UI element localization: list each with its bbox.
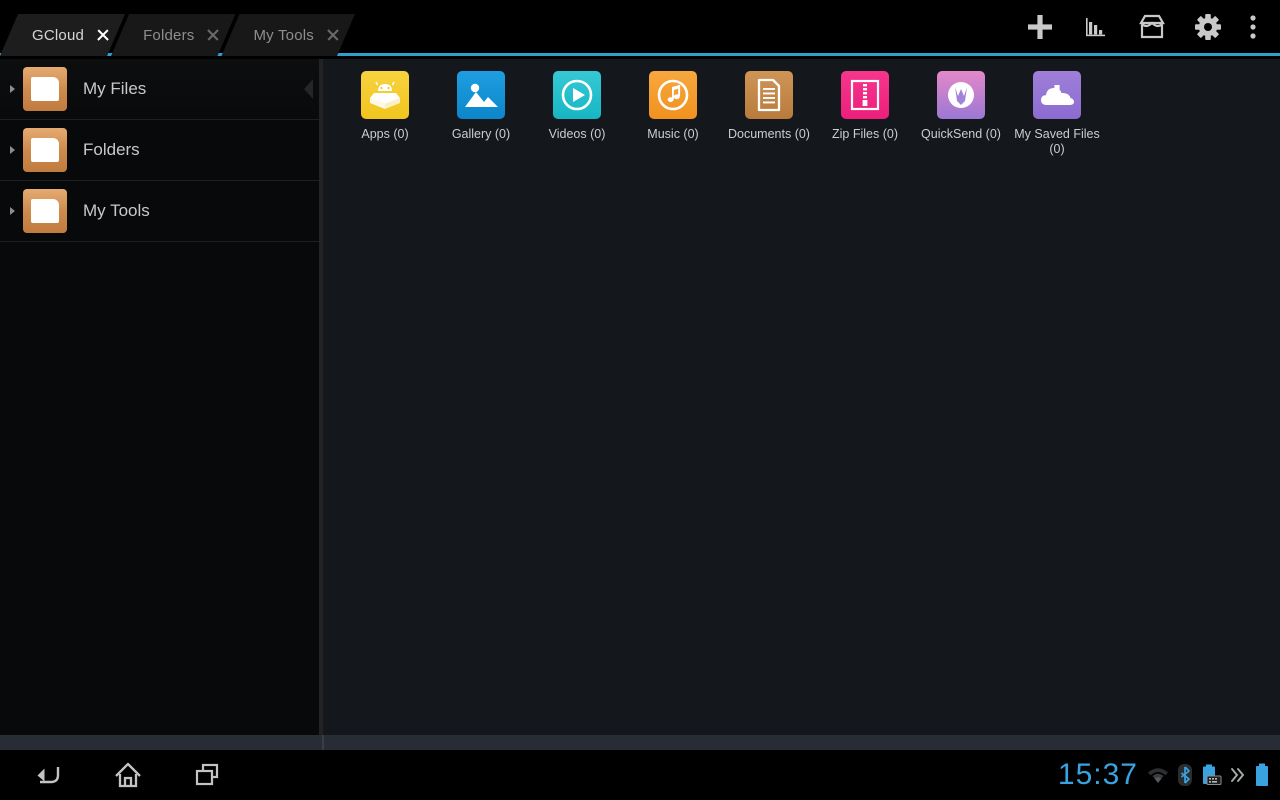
nav-button-group (8, 750, 248, 800)
folder-icon (23, 128, 67, 172)
tab-label: My Tools (253, 27, 314, 44)
shortcut-gallery[interactable]: Gallery (0) (433, 67, 529, 142)
shortcut-label: My Saved Files (0) (1010, 127, 1104, 157)
settings-button[interactable] (1180, 0, 1236, 53)
shortcut-label: QuickSend (0) (921, 127, 1001, 142)
shortcut-my-saved-files[interactable]: My Saved Files (0) (1009, 67, 1105, 157)
shortcut-quicksend[interactable]: QuickSend (0) (913, 67, 1009, 142)
home-button[interactable] (88, 750, 168, 800)
shortcut-apps[interactable]: Apps (0) (337, 67, 433, 142)
tab-label: GCloud (32, 27, 84, 44)
shortcut-label: Documents (0) (728, 127, 810, 142)
tab-bar: GCloud Folders My Tools (0, 0, 1280, 56)
bluetooth-icon[interactable] (1178, 764, 1192, 786)
sidebar-item-folders[interactable]: Folders (0, 120, 319, 181)
shortcut-label: Gallery (0) (452, 127, 510, 142)
selection-pointer (304, 79, 313, 99)
storage-analysis-button[interactable] (1068, 0, 1124, 53)
shortcut-documents[interactable]: Documents (0) (721, 67, 817, 142)
tab-label: Folders (143, 27, 194, 44)
image-icon (457, 71, 505, 119)
recents-button[interactable] (168, 750, 248, 800)
shortcut-grid: Apps (0) Gallery (0) Videos (0) Music (0) Do… (323, 59, 1280, 157)
zipper-icon (841, 71, 889, 119)
music-note-icon (649, 71, 697, 119)
add-button[interactable] (1012, 0, 1068, 53)
system-navigation-bar: 15:37 (0, 750, 1280, 800)
close-icon[interactable] (95, 27, 111, 43)
shortcut-label: Zip Files (0) (832, 127, 898, 142)
more-vertical-icon (1249, 13, 1257, 41)
android-file-manager-window: GCloud Folders My Tools (0, 0, 1280, 800)
tab-my-tools[interactable]: My Tools (221, 14, 355, 56)
recents-icon (192, 760, 224, 790)
play-circle-icon (553, 71, 601, 119)
triangle-right-icon[interactable] (2, 207, 22, 215)
bottom-strip-seam (322, 735, 324, 750)
back-arrow-icon (31, 760, 65, 790)
document-icon (745, 71, 793, 119)
sidebar-item-label: My Tools (83, 201, 150, 221)
bottom-strip (0, 735, 1280, 750)
cloud-download-icon (1033, 71, 1081, 119)
home-icon (111, 759, 145, 791)
close-icon[interactable] (325, 27, 341, 43)
triangle-right-icon[interactable] (2, 146, 22, 154)
wifi-icon[interactable] (1146, 765, 1170, 785)
sidebar-item-my-files[interactable]: My Files (0, 59, 319, 120)
folder-icon (23, 189, 67, 233)
folder-icon (23, 67, 67, 111)
shortcut-music[interactable]: Music (0) (625, 67, 721, 142)
shortcut-zip-files[interactable]: Zip Files (0) (817, 67, 913, 142)
triangle-right-icon[interactable] (2, 85, 22, 93)
status-bar: 15:37 (1058, 750, 1270, 800)
clock: 15:37 (1058, 758, 1138, 792)
sidebar: My Files Folders My Tools (0, 59, 319, 735)
quicksend-icon (937, 71, 985, 119)
keyboard-battery-icon[interactable] (1200, 764, 1222, 786)
store-button[interactable] (1124, 0, 1180, 53)
bar-chart-icon (1082, 13, 1110, 41)
tab-strip: GCloud Folders My Tools (0, 14, 341, 56)
more-chevrons-icon[interactable] (1230, 766, 1246, 784)
sidebar-item-label: My Files (83, 79, 146, 99)
content-panel: Apps (0) Gallery (0) Videos (0) Music (0) Do… (323, 59, 1280, 735)
back-button[interactable] (8, 750, 88, 800)
toolbar (1012, 0, 1270, 53)
shortcut-videos[interactable]: Videos (0) (529, 67, 625, 142)
overflow-menu-button[interactable] (1236, 0, 1270, 53)
shortcut-label: Music (0) (647, 127, 698, 142)
android-box-icon (361, 71, 409, 119)
shortcut-label: Videos (0) (549, 127, 606, 142)
tab-folders[interactable]: Folders (111, 14, 235, 56)
close-icon[interactable] (205, 27, 221, 43)
tab-gcloud[interactable]: GCloud (0, 14, 125, 56)
sidebar-item-my-tools[interactable]: My Tools (0, 181, 319, 242)
sidebar-item-label: Folders (83, 140, 140, 160)
shortcut-label: Apps (0) (361, 127, 408, 142)
gear-icon (1193, 12, 1223, 42)
battery-icon[interactable] (1254, 763, 1270, 787)
plus-icon (1025, 12, 1055, 42)
store-icon (1137, 13, 1167, 41)
